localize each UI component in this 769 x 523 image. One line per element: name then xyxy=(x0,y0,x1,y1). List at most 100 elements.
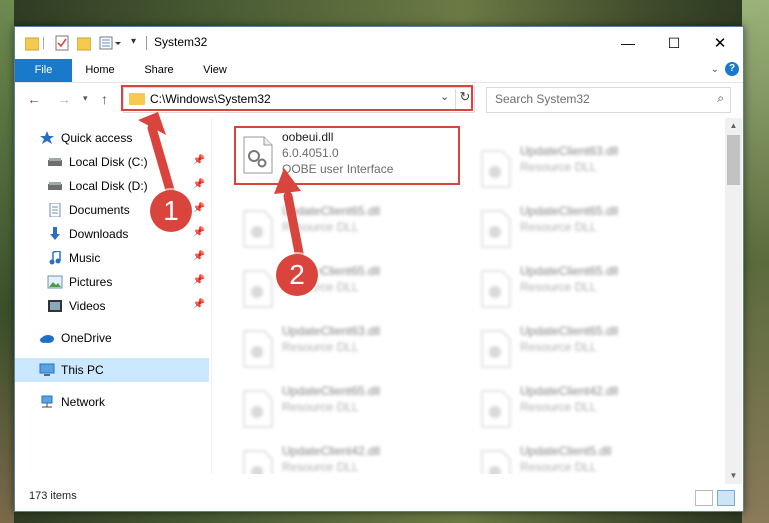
maximize-button[interactable]: ☐ xyxy=(651,27,697,59)
file-tile[interactable]: UpdateClient65.dll Resource DLL xyxy=(474,322,694,372)
file-tile[interactable]: UpdateClient65.dll Resource DLL xyxy=(474,262,694,312)
item-count: 173 items xyxy=(29,490,77,502)
minimize-button[interactable]: — xyxy=(605,27,651,59)
tiles-view-icon[interactable] xyxy=(717,490,735,506)
window-title: System32 xyxy=(154,35,208,49)
search-placeholder: Search System32 xyxy=(495,92,590,106)
desktop-background-left xyxy=(0,0,14,523)
ribbon-tabs: File Home Share View ⌄ ? xyxy=(15,59,743,83)
quick-access-dropdown-icon[interactable]: ▾ xyxy=(131,36,136,52)
help-icon[interactable]: ? xyxy=(725,62,739,76)
customize-toolbar-icon[interactable] xyxy=(99,35,123,51)
pin-icon[interactable]: 📌 xyxy=(193,203,205,214)
file-tile[interactable]: UpdateClient42.dll Resource DLL xyxy=(474,382,694,432)
pictures-icon xyxy=(47,275,63,289)
file-tile[interactable]: UpdateClient63.dll Resource DLL xyxy=(474,142,694,192)
file-tile[interactable]: UpdateClient65.dll Resource DLL xyxy=(236,262,456,312)
drive-icon xyxy=(48,158,62,166)
properties-icon[interactable] xyxy=(55,35,69,51)
file-tile[interactable]: UpdateClient5.dll Resource DLL xyxy=(474,442,694,474)
file-tile[interactable]: UpdateClient42.dll Resource DLL xyxy=(236,442,456,474)
file-name: UpdateClient63.dll xyxy=(282,324,381,338)
callout-badge-2: 2 xyxy=(276,254,318,296)
sidebar-item-pictures[interactable]: Pictures 📌 xyxy=(15,270,209,294)
search-icon[interactable]: ⌕ xyxy=(717,91,724,106)
file-name: UpdateClient65.dll xyxy=(520,324,619,338)
tab-file[interactable]: File xyxy=(15,59,72,82)
file-type: Resource DLL xyxy=(520,400,597,414)
dll-file-icon xyxy=(481,390,511,428)
sidebar-item-label: Network xyxy=(61,395,106,409)
star-icon xyxy=(40,131,54,144)
expand-ribbon-icon[interactable]: ⌄ xyxy=(711,64,719,75)
scroll-up-icon[interactable]: ▲ xyxy=(725,118,742,134)
sidebar-item-quick-access[interactable]: Quick access xyxy=(15,126,209,150)
pin-icon[interactable]: 📌 xyxy=(193,179,205,190)
desktop-background-right xyxy=(742,0,769,523)
navigation-pane: Quick access Local Disk (C:) 📌 Local Dis… xyxy=(15,118,209,474)
sidebar-item-label: Quick access xyxy=(61,131,133,145)
up-arrow-icon[interactable]: ↑ xyxy=(101,91,108,107)
onedrive-icon xyxy=(40,335,54,343)
file-name: UpdateClient63.dll xyxy=(520,144,619,158)
file-name: UpdateClient65.dll xyxy=(520,264,619,278)
dll-file-icon xyxy=(243,330,273,368)
tab-home[interactable]: Home xyxy=(78,59,122,82)
file-type: Resource DLL xyxy=(282,400,359,414)
sidebar-item-label: Pictures xyxy=(69,275,113,289)
pin-icon[interactable]: 📌 xyxy=(193,155,205,166)
file-tile[interactable]: UpdateClient65.dll Resource DLL xyxy=(236,382,456,432)
file-name: UpdateClient65.dll xyxy=(520,204,619,218)
sidebar-item-label: OneDrive xyxy=(61,331,112,345)
dll-file-icon xyxy=(481,450,511,474)
dll-file-icon xyxy=(481,270,511,308)
sidebar-item-onedrive[interactable]: OneDrive xyxy=(15,326,209,350)
navigation-bar: ← → ▾ ↑ C:\Windows\System32 ⌄ ↻ Search S… xyxy=(15,82,743,118)
folder-icon xyxy=(24,35,40,51)
file-type: Resource DLL xyxy=(282,340,359,354)
pin-icon[interactable]: 📌 xyxy=(193,251,205,262)
details-view-icon[interactable] xyxy=(695,490,713,506)
tab-share[interactable]: Share xyxy=(137,59,181,82)
file-type: Resource DLL xyxy=(520,280,597,294)
sidebar-item-label: Music xyxy=(69,251,101,265)
tab-view[interactable]: View xyxy=(193,59,237,82)
new-folder-icon[interactable] xyxy=(76,35,92,51)
search-input[interactable]: Search System32 ⌕ xyxy=(486,87,731,113)
dll-file-icon xyxy=(243,210,273,248)
scroll-down-icon[interactable]: ▼ xyxy=(725,468,742,484)
sidebar-item-network[interactable]: Network xyxy=(15,390,209,414)
dll-file-icon xyxy=(481,330,511,368)
file-list: oobeui.dll 6.0.4051.0 OOBE user Interfac… xyxy=(211,118,723,474)
recent-locations-icon[interactable]: ▾ xyxy=(83,93,88,104)
close-button[interactable]: ✕ xyxy=(697,27,743,59)
back-arrow-icon[interactable]: ← xyxy=(27,91,41,107)
file-tile[interactable]: UpdateClient65.dll Resource DLL xyxy=(474,202,694,252)
file-name: UpdateClient42.dll xyxy=(282,444,381,458)
scrollbar-thumb[interactable] xyxy=(727,135,740,185)
sidebar-item-this-pc[interactable]: This PC xyxy=(15,358,209,382)
file-type: Resource DLL xyxy=(520,460,597,474)
pin-icon[interactable]: 📌 xyxy=(193,275,205,286)
sidebar-item-label: Local Disk (D:) xyxy=(69,179,148,193)
vertical-scrollbar[interactable]: ▲ ▼ xyxy=(725,118,742,484)
dll-file-icon xyxy=(243,390,273,428)
file-name: UpdateClient5.dll xyxy=(520,444,612,458)
callout-badge-1: 1 xyxy=(150,190,192,232)
sidebar-item-music[interactable]: Music 📌 xyxy=(15,246,209,270)
pin-icon[interactable]: 📌 xyxy=(193,227,205,238)
file-type: Resource DLL xyxy=(520,160,597,174)
dll-file-icon xyxy=(481,210,511,248)
file-tile[interactable]: UpdateClient65.dll Resource DLL xyxy=(236,202,456,252)
dll-file-icon xyxy=(243,270,273,308)
network-icon xyxy=(41,395,53,408)
file-type: Resource DLL xyxy=(282,460,359,474)
download-icon xyxy=(50,227,60,240)
file-type: Resource DLL xyxy=(520,340,597,354)
pc-icon xyxy=(39,363,55,376)
forward-arrow-icon[interactable]: → xyxy=(57,91,71,107)
file-tile[interactable]: UpdateClient63.dll Resource DLL xyxy=(236,322,456,372)
pin-icon[interactable]: 📌 xyxy=(193,299,205,310)
sidebar-item-videos[interactable]: Videos 📌 xyxy=(15,294,209,318)
sidebar-item-local-disk-c[interactable]: Local Disk (C:) 📌 xyxy=(15,150,209,174)
